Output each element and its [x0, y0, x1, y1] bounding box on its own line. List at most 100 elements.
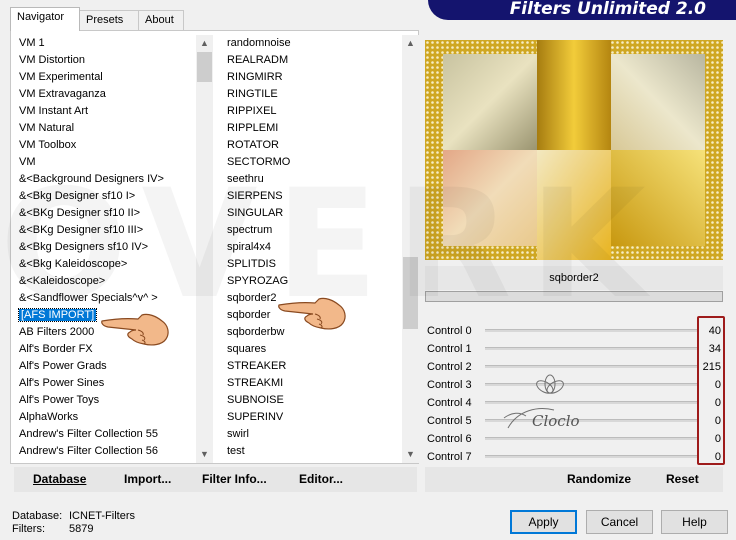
reset-button[interactable]: Reset — [666, 467, 699, 492]
control-value[interactable]: 0 — [715, 376, 721, 394]
category-item-label: VM — [19, 156, 36, 168]
control-value[interactable]: 0 — [715, 394, 721, 412]
control-label: Control 6 — [427, 433, 472, 445]
category-item[interactable]: VM Experimental — [15, 69, 196, 86]
pointing-hand-icon — [101, 313, 169, 346]
filter-item[interactable]: SIERPENS — [223, 188, 402, 205]
scroll-down-icon[interactable]: ▼ — [196, 446, 213, 463]
import-button[interactable]: Import... — [124, 467, 171, 492]
category-list[interactable]: VM 1 VM Distortion VM Experimental VM Extra… — [15, 35, 213, 463]
filter-item[interactable]: spiral4x4 — [223, 239, 402, 256]
category-item[interactable]: Alf's Power Sines — [15, 375, 196, 392]
control-value[interactable]: 0 — [715, 448, 721, 466]
scroll-up-icon[interactable]: ▲ — [196, 35, 213, 52]
category-item[interactable]: Andrew's Filter Collection 56 — [15, 443, 196, 460]
category-item[interactable]: &<Bkg Kaleidoscope> — [15, 256, 196, 273]
control-value[interactable]: 215 — [703, 358, 721, 376]
category-item[interactable]: &<BKg Designer sf10 II> — [15, 205, 196, 222]
category-item[interactable]: &<Bkg Designers sf10 IV> — [15, 239, 196, 256]
scroll-down-icon[interactable]: ▼ — [402, 446, 419, 463]
filter-item[interactable]: SUPERINV — [223, 409, 402, 426]
pointing-hand-icon — [278, 297, 346, 330]
category-item[interactable]: AlphaWorks — [15, 409, 196, 426]
category-item[interactable]: Andrew's Filter Collection 57 — [15, 460, 196, 463]
scroll-up-icon[interactable]: ▲ — [402, 35, 419, 52]
category-item[interactable]: &<Kaleidoscope> — [15, 273, 196, 290]
control-label: Control 4 — [427, 397, 472, 409]
category-item-label: VM 1 — [19, 37, 45, 49]
category-scrollbar[interactable]: ▲ ▼ — [196, 35, 213, 463]
filter-item[interactable]: SECTORMO — [223, 154, 402, 171]
left-toolbar: Database Import... Filter Info... Editor… — [14, 467, 417, 492]
category-item[interactable]: &<Sandflower Specials^v^ > — [15, 290, 196, 307]
filter-item[interactable]: seethru — [223, 171, 402, 188]
filter-item[interactable]: spectrum — [223, 222, 402, 239]
filter-item[interactable]: swirl — [223, 426, 402, 443]
category-item[interactable]: VM — [15, 154, 196, 171]
database-label: Database: — [12, 510, 63, 522]
editor-button[interactable]: Editor... — [299, 467, 343, 492]
filter-item[interactable]: ROTATOR — [223, 137, 402, 154]
category-item[interactable]: &<Bkg Designer sf10 I> — [15, 188, 196, 205]
filter-item-label: tile — [227, 462, 241, 463]
cancel-button[interactable]: Cancel — [586, 510, 653, 534]
help-button[interactable]: Help — [661, 510, 728, 534]
filter-info-button[interactable]: Filter Info... — [202, 467, 267, 492]
filter-scroll-thumb[interactable] — [403, 257, 418, 329]
filter-item[interactable]: tile — [223, 460, 402, 463]
category-item[interactable]: VM Natural — [15, 120, 196, 137]
filter-list[interactable]: randomnoise REALRADM RINGMIRR RINGTILE RIPPI… — [223, 35, 419, 463]
tab-about[interactable]: About — [138, 10, 184, 30]
filter-item[interactable]: RIPPLEMI — [223, 120, 402, 137]
filter-item[interactable]: REALRADM — [223, 52, 402, 69]
filter-item[interactable]: RINGMIRR — [223, 69, 402, 86]
category-item[interactable]: VM 1 — [15, 35, 196, 52]
filter-item[interactable]: test — [223, 443, 402, 460]
category-scroll-thumb[interactable] — [197, 52, 212, 82]
tab-navigator[interactable]: Navigator — [10, 7, 80, 31]
category-item-label: Alf's Power Grads — [19, 360, 107, 372]
control-slider[interactable] — [485, 365, 697, 368]
filter-item[interactable]: STREAKMI — [223, 375, 402, 392]
category-item-label: Andrew's Filter Collection 56 — [19, 445, 159, 457]
category-item[interactable]: VM Instant Art — [15, 103, 196, 120]
filter-item[interactable]: squares — [223, 341, 402, 358]
category-items: VM 1 VM Distortion VM Experimental VM Extra… — [15, 35, 196, 463]
filter-item[interactable]: SINGULAR — [223, 205, 402, 222]
filters-count: 5879 — [69, 523, 94, 535]
category-item[interactable]: &<BKg Designer sf10 III> — [15, 222, 196, 239]
filter-item-label: seethru — [227, 173, 264, 185]
filter-item[interactable]: SUBNOISE — [223, 392, 402, 409]
tab-presets[interactable]: Presets — [79, 10, 139, 30]
category-item-label: VM Distortion — [19, 54, 86, 66]
category-item[interactable]: VM Toolbox — [15, 137, 196, 154]
database-button[interactable]: Database — [33, 467, 86, 492]
category-item[interactable]: VM Extravaganza — [15, 86, 196, 103]
category-item[interactable]: VM Distortion — [15, 52, 196, 69]
filter-item[interactable]: STREAKER — [223, 358, 402, 375]
category-item-label: VM Instant Art — [19, 105, 89, 117]
filter-item[interactable]: RINGTILE — [223, 86, 402, 103]
filter-item-label: RINGMIRR — [227, 71, 283, 83]
filter-item[interactable]: SPYROZAG — [223, 273, 402, 290]
category-item-label: &<Bkg Designer sf10 I> — [19, 190, 136, 202]
category-item[interactable]: Andrew's Filter Collection 55 — [15, 426, 196, 443]
category-item[interactable]: &<Background Designers IV> — [15, 171, 196, 188]
control-slider[interactable] — [485, 329, 697, 332]
control-value[interactable]: 34 — [709, 340, 721, 358]
apply-button[interactable]: Apply — [510, 510, 577, 534]
control-value[interactable]: 0 — [715, 430, 721, 448]
filter-item[interactable]: randomnoise — [223, 35, 402, 52]
category-item[interactable]: Alf's Power Toys — [15, 392, 196, 409]
category-item[interactable]: Alf's Power Grads — [15, 358, 196, 375]
filter-item[interactable]: SPLITDIS — [223, 256, 402, 273]
filter-progress-bar — [425, 291, 723, 302]
randomize-button[interactable]: Randomize — [567, 467, 631, 492]
control-slider[interactable] — [485, 455, 697, 458]
control-slider[interactable] — [485, 347, 697, 350]
control-value[interactable]: 0 — [715, 412, 721, 430]
filter-item-label: spiral4x4 — [227, 241, 272, 253]
filter-scrollbar[interactable]: ▲ ▼ — [402, 35, 419, 463]
control-value[interactable]: 40 — [709, 322, 721, 340]
filter-item[interactable]: RIPPIXEL — [223, 103, 402, 120]
